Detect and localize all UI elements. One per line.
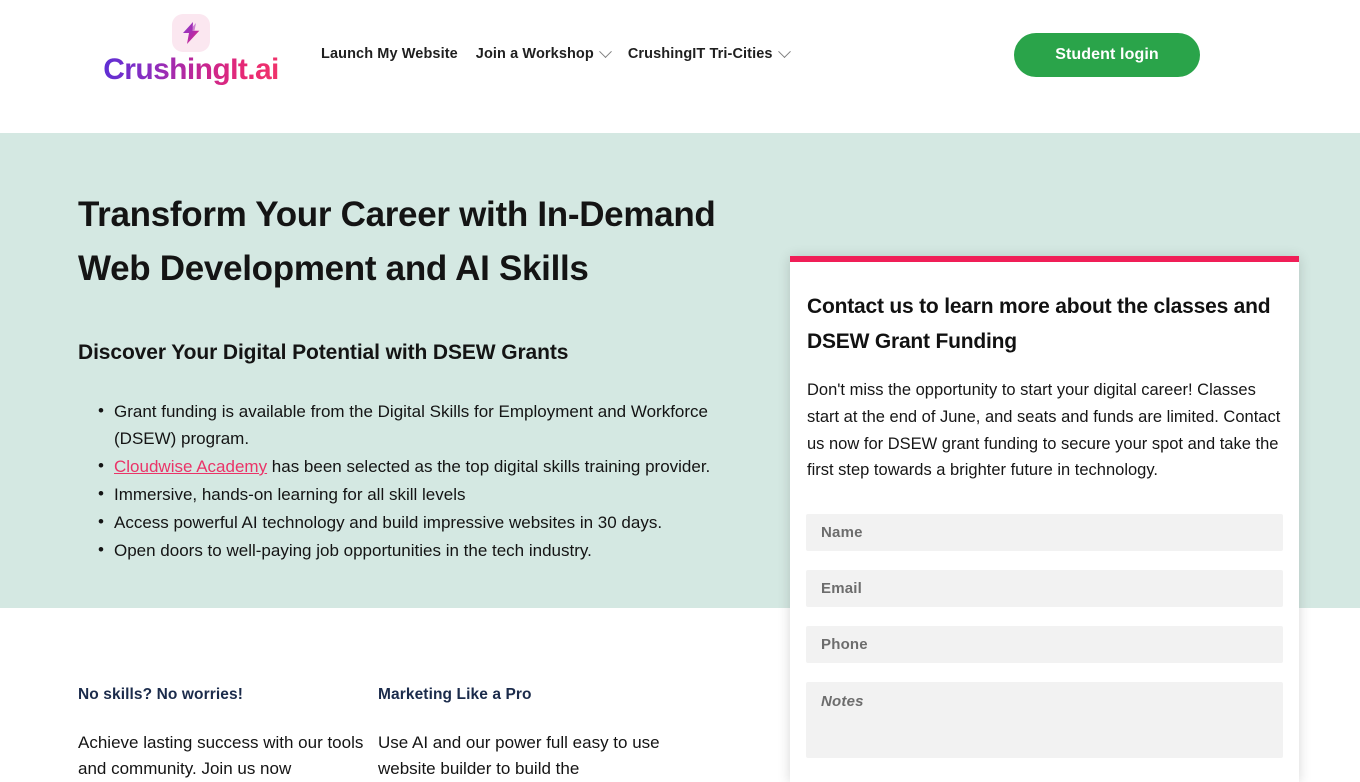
nav-item-crushingit-tri-cities[interactable]: CrushingIT Tri-Cities [627,44,791,62]
hero-content: Transform Your Career with In-Demand Web… [78,133,768,566]
list-item: Access powerful AI technology and build … [78,508,768,536]
name-input[interactable] [806,514,1283,552]
email-input[interactable] [806,570,1283,608]
chevron-down-icon [777,44,791,58]
nav-label: Join a Workshop [475,46,594,62]
list-item: Immersive, hands-on learning for all ski… [78,480,768,508]
list-item-text: Immersive, hands-on learning for all ski… [114,485,466,505]
page-title: Transform Your Career with In-Demand Web… [78,195,716,289]
contact-card-description: Don't miss the opportunity to start your… [807,381,1281,480]
feature-text: Use AI and our power full easy to use we… [378,733,660,778]
nav-label: Launch My Website [321,46,458,62]
lightning-bolt-icon [172,14,210,52]
feature-column-no-skills: No skills? No worries! Achieve lasting s… [78,686,378,782]
list-item-text: has been selected as the top digital ski… [267,456,711,476]
brand-name: CrushingIt.ai [101,54,281,86]
features-grid: No skills? No worries! Achieve lasting s… [78,686,678,782]
list-item: Cloudwise Academy has been selected as t… [78,452,768,480]
site-header: CrushingIt.ai Launch My Website Join a W… [0,0,1360,133]
feature-heading: Marketing Like a Pro [378,686,532,703]
nav-item-join-a-workshop[interactable]: Join a Workshop [475,44,612,62]
contact-card-title: Contact us to learn more about the class… [807,295,1271,353]
hero-benefits-list: Grant funding is available from the Digi… [78,396,768,565]
list-item-text: Open doors to well-paying job opportunit… [114,541,592,561]
contact-form [806,514,1283,759]
phone-input[interactable] [806,626,1283,664]
contact-form-card: Contact us to learn more about the class… [790,256,1299,782]
list-item-text: Grant funding is available from the Digi… [114,401,708,448]
cloudwise-academy-link[interactable]: Cloudwise Academy [114,457,267,476]
main-navigation: Launch My Website Join a Workshop Crushi… [321,44,791,62]
nav-item-launch-my-website[interactable]: Launch My Website [321,46,458,62]
notes-textarea[interactable] [806,682,1283,759]
list-item: Grant funding is available from the Digi… [78,396,768,452]
nav-label: CrushingIT Tri-Cities [627,46,773,62]
brand-logo[interactable]: CrushingIt.ai [101,14,281,86]
feature-heading: No skills? No worries! [78,686,243,703]
hero-subheading: Discover Your Digital Potential with DSE… [78,340,569,364]
chevron-down-icon [598,44,612,58]
student-login-button[interactable]: Student login [1014,33,1200,77]
list-item: Open doors to well-paying job opportunit… [78,536,768,564]
feature-text: Achieve lasting success with our tools a… [78,733,364,778]
feature-column-marketing: Marketing Like a Pro Use AI and our powe… [378,686,678,782]
list-item-text: Access powerful AI technology and build … [114,513,663,533]
